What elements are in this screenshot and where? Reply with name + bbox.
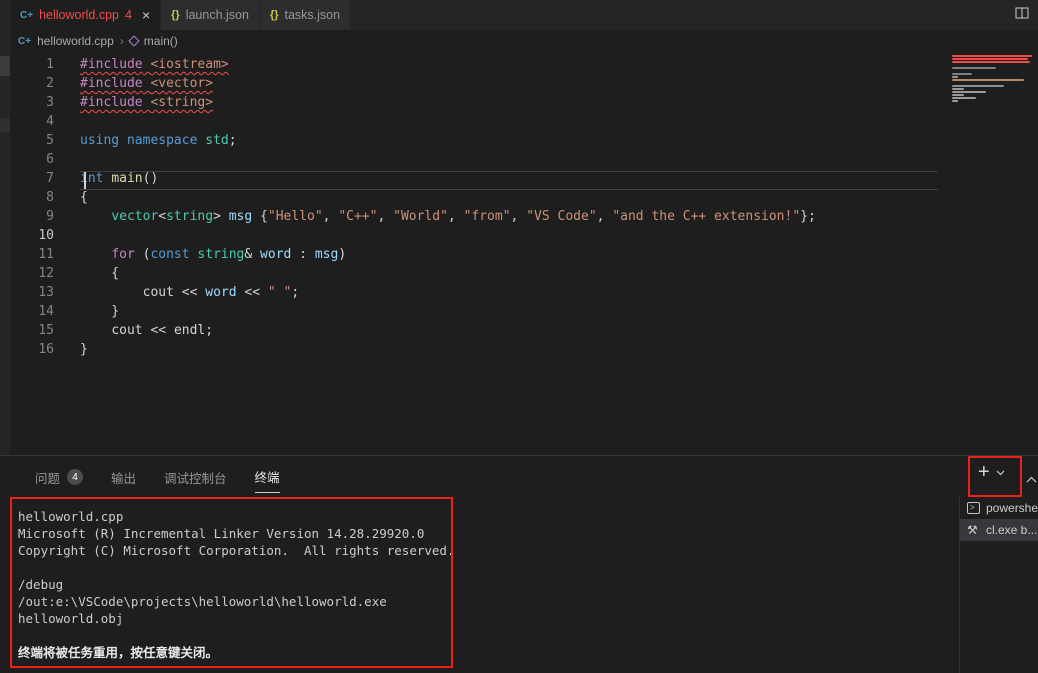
code-line[interactable]: 12 { [0,264,948,283]
line-number: 9 [46,209,54,224]
code-line[interactable]: 5 using namespace std; [0,131,948,150]
chevron-right-icon: › [119,34,124,48]
method-symbol-icon [128,35,140,47]
minimap[interactable] [952,55,1038,102]
terminal-line: helloworld.obj [18,611,124,626]
problems-count-badge: 4 [67,469,84,485]
panel-tab-bar: 问题 4 输出 调试控制台 终端 [35,467,280,493]
panel-tab-label: 终端 [254,471,280,485]
powershell-terminal-icon: > [967,502,980,514]
code-line[interactable]: 13 cout << word << " "; [0,283,948,302]
panel-tab-debug-console[interactable]: 调试控制台 [164,468,227,493]
terminal-line: 终端将被任务重用，按任意键关闭。 [18,645,219,660]
terminal-line: helloworld.cpp [18,509,124,524]
json-file-icon: {} [269,9,279,21]
code-line[interactable]: 11 for (const string& word : msg) [0,245,948,264]
build-tools-icon: ⚒ [967,523,978,537]
code-line[interactable]: 9 vector<string> msg {"Hello", "C++", "W… [0,207,948,226]
breadcrumb-symbol[interactable]: main() [144,34,178,48]
terminal-line: Microsoft (R) Incremental Linker Version… [18,526,425,541]
code-line[interactable]: 6 [0,150,948,169]
code-line[interactable]: 3 #include <string> [0,93,948,112]
code-line[interactable]: 15 cout << endl; [0,321,948,340]
tab-launch-json[interactable]: {} launch.json [161,0,260,30]
terminal-actions: + [978,462,1005,482]
json-file-icon: {} [171,9,180,21]
line-number: 6 [46,152,54,167]
line-number: 7 [46,171,54,186]
chevron-down-icon[interactable] [996,463,1005,481]
line-number: 16 [38,342,54,357]
chevron-up-icon[interactable] [1026,470,1037,488]
terminal-line: Copyright (C) Microsoft Corporation. All… [18,543,455,558]
line-number: 4 [46,114,54,129]
terminal-output[interactable]: helloworld.cpp Microsoft (R) Incremental … [18,508,455,661]
terminal-item-powershell[interactable]: > powershell [960,497,1038,519]
code-line[interactable]: 2 #include <vector> [0,74,948,93]
panel-tab-label: 问题 [35,471,61,486]
terminal-line: /debug [18,577,64,592]
new-terminal-button[interactable]: + [978,462,990,482]
cpp-file-icon: C+ [20,9,34,21]
line-number: 1 [46,57,54,72]
tab-helloworld-cpp[interactable]: C+ helloworld.cpp 4 × [10,0,162,30]
code-line[interactable]: 7 int main() [0,169,948,188]
code-line[interactable]: 8{ [0,188,948,207]
line-number: 14 [38,304,54,319]
line-number: 13 [38,285,54,300]
code-line[interactable]: 16} [0,340,948,359]
line-number: 2 [46,76,54,91]
panel-tab-terminal[interactable]: 终端 [254,467,280,493]
terminal-item-label: cl.exe b... [986,523,1038,537]
code-line[interactable]: 14 } [0,302,948,321]
line-number: 3 [46,95,54,110]
breadcrumb-file[interactable]: helloworld.cpp [37,34,114,48]
tab-tasks-json[interactable]: {} tasks.json [259,0,352,30]
split-editor-icon[interactable] [1015,6,1030,25]
panel-tab-problems[interactable]: 问题 4 [35,468,84,493]
line-number: 10 [38,228,54,243]
panel-tab-output[interactable]: 输出 [111,468,136,493]
breadcrumb: C+ helloworld.cpp › main() [18,34,178,48]
text-cursor [84,172,86,189]
code-line[interactable]: 1 #include <iostream> [0,55,948,74]
vscode-window: C+ helloworld.cpp 4 × {} launch.json {} … [0,0,1038,673]
line-number: 12 [38,266,54,281]
line-number: 11 [38,247,54,262]
terminal-line: /out:e:\VSCode\projects\helloworld\hello… [18,594,387,609]
line-number: 5 [46,133,54,148]
terminal-item-label: powershell [986,501,1038,515]
line-number: 8 [46,190,54,205]
code-line[interactable]: 4 [0,112,948,131]
tab-label: launch.json [185,8,249,22]
close-icon[interactable]: × [142,7,150,23]
panel-tab-label: 调试控制台 [164,471,227,486]
panel-tab-label: 输出 [111,471,137,486]
panel-divider [0,455,1038,456]
cpp-file-icon: C+ [18,35,32,47]
editor-lines[interactable]: 1 #include <iostream> 2 #include <vector> 3 #… [0,55,948,455]
line-number: 15 [38,323,54,338]
tab-error-count-badge: 4 [124,8,132,22]
editor-tab-bar: C+ helloworld.cpp 4 × {} launch.json {} … [0,0,1038,30]
terminal-instance-list: > powershell ⚒ cl.exe b... [959,497,1038,673]
code-line[interactable]: 10 [0,226,948,245]
tab-label: helloworld.cpp [39,8,119,22]
terminal-item-cl-exe-build[interactable]: ⚒ cl.exe b... [960,519,1038,541]
tab-label: tasks.json [284,8,341,22]
